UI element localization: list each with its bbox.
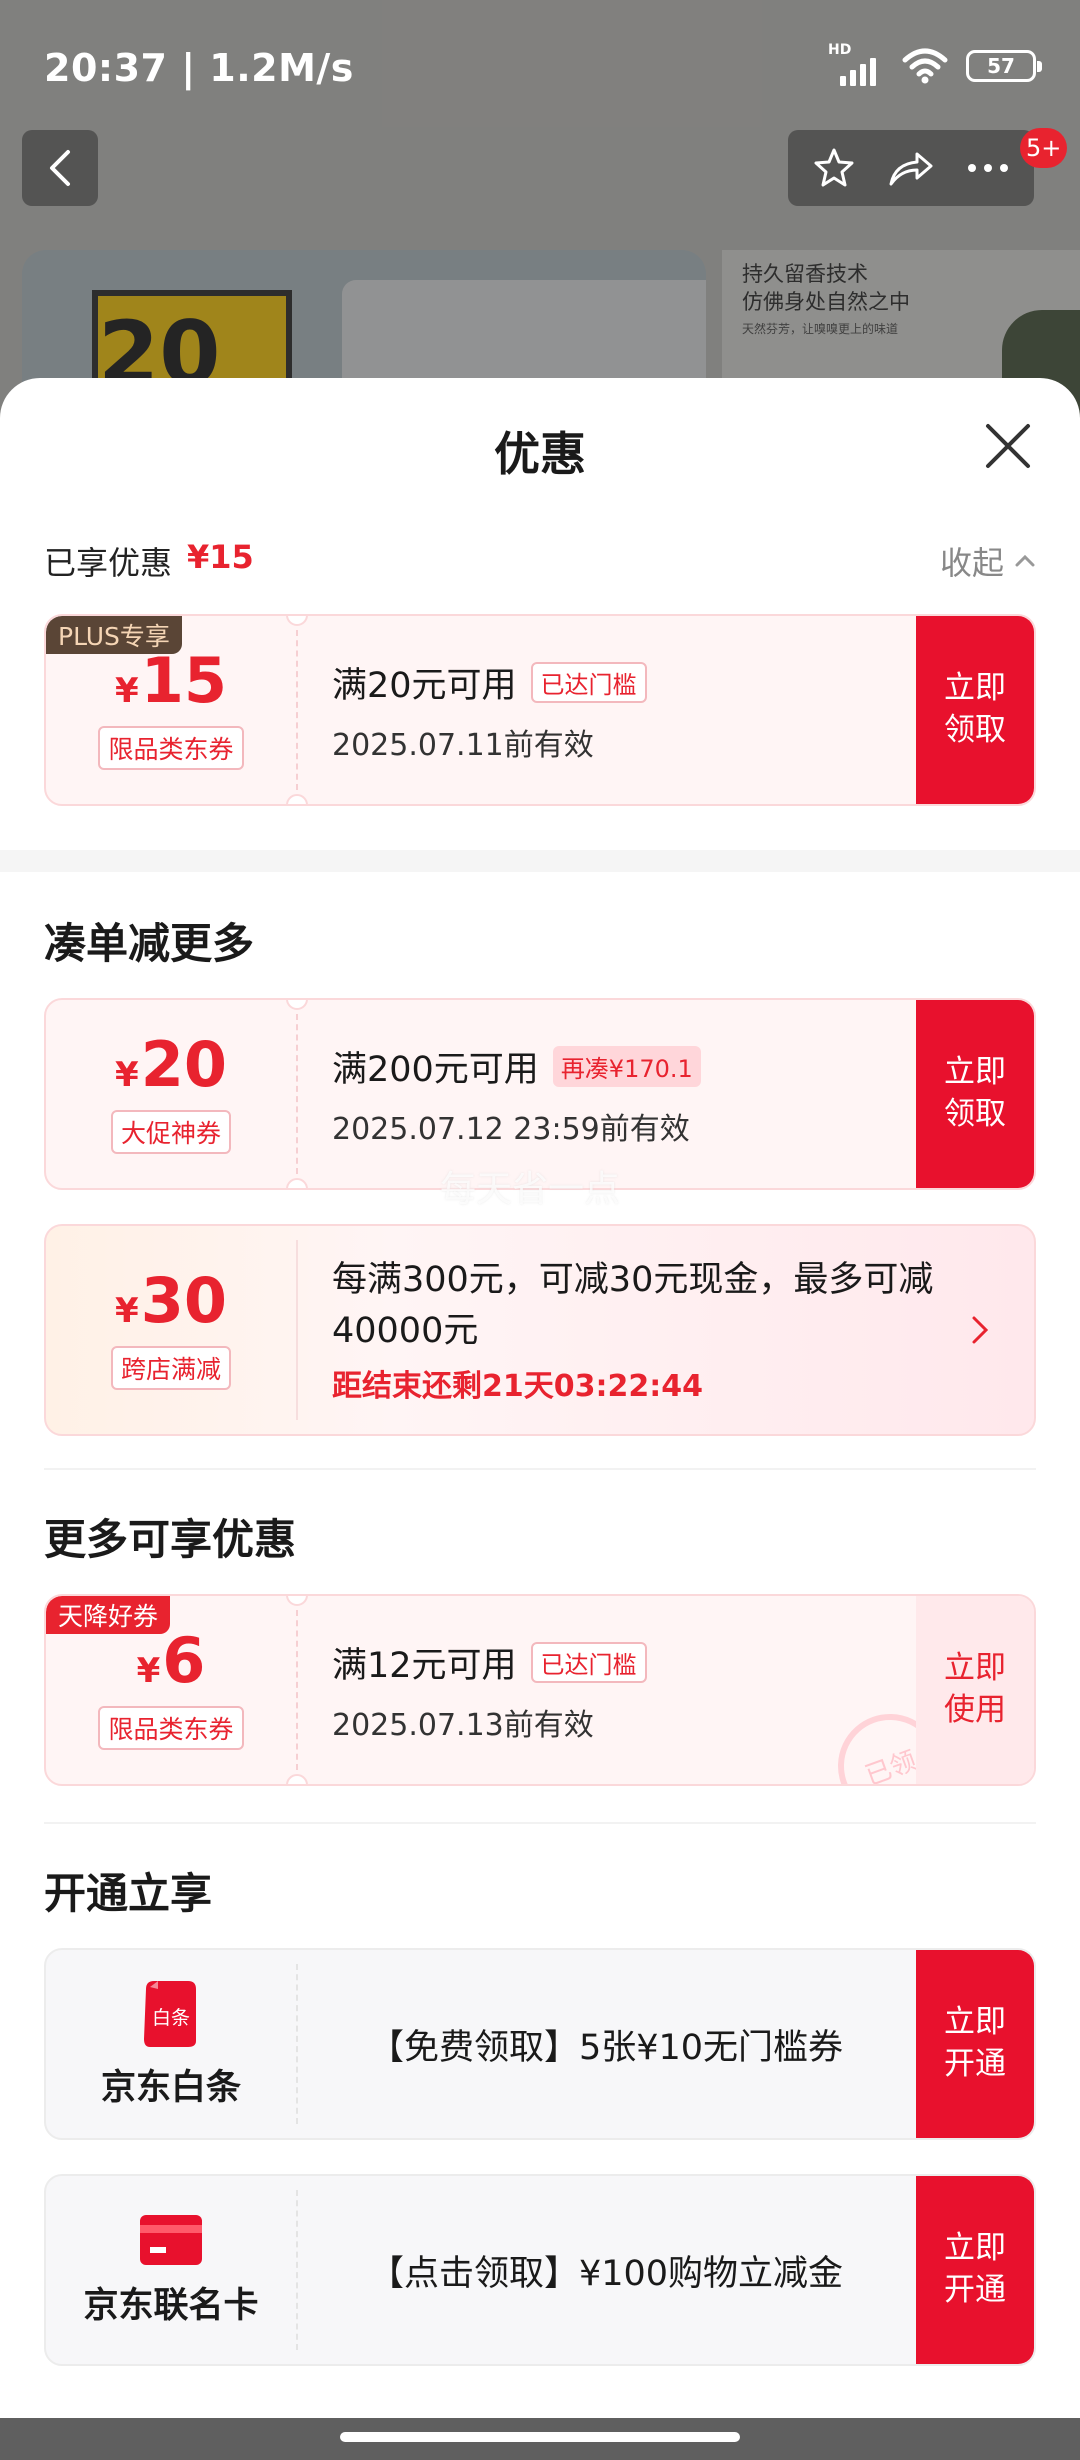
baitiao-name: 京东白条 <box>100 2067 241 2108</box>
promo-amount: ¥30 <box>115 1264 227 1337</box>
collapse-label: 收起 <box>939 544 1004 582</box>
section-title-open: 开通立享 <box>44 1869 213 1918</box>
claim-button[interactable]: 立即 领取 <box>916 616 1034 804</box>
section-title-more: 凑单减更多 <box>44 919 255 968</box>
threshold-met-tag: 已达门槛 <box>530 661 647 703</box>
enjoyed-amount: ¥15 <box>187 538 254 576</box>
coupon-info: 满20元可用 已达门槛 2025.07.11前有效 <box>332 616 904 804</box>
watermark: 每天省一点 <box>440 1169 621 1210</box>
credit-card-icon <box>139 2214 202 2265</box>
collapse-button[interactable]: 收起 <box>940 538 1036 584</box>
enjoyed-label: 已享优惠 <box>44 544 173 582</box>
coupon-info: 满12元可用 已达门槛 2025.07.13前有效 <box>332 1596 904 1784</box>
back-button[interactable] <box>22 130 98 206</box>
promo-countdown: 距结束还剩21天03:22:44 <box>332 1368 703 1404</box>
section-divider <box>44 1468 1036 1470</box>
sheet-title: 优惠 <box>494 427 586 481</box>
claim-button[interactable]: 立即 领取 <box>916 1000 1034 1188</box>
promo-type: 跨店满减 <box>110 1346 231 1390</box>
coupon-condition: 满20元可用 已达门槛 <box>332 657 904 708</box>
chevron-up-icon <box>1015 554 1035 567</box>
signal-icon: HD <box>828 42 884 86</box>
coupon-value: ¥20 大促神券 <box>46 1000 296 1188</box>
more-icon[interactable] <box>966 162 1010 174</box>
nav-actions <box>788 130 1034 206</box>
baitiao-offer-text: 【免费领取】5张¥10无门槛券 <box>368 2027 844 2068</box>
cobrand-card-offer: 京东联名卡 【点击领取】¥100购物立减金 立即 开通 <box>44 2174 1036 2366</box>
threshold-met-tag: 已达门槛 <box>530 1641 647 1683</box>
battery-indicator: 57 <box>966 50 1042 82</box>
coupon-type: 限品类东券 <box>98 726 244 770</box>
home-indicator[interactable] <box>340 2432 740 2442</box>
status-time: 20:37 | 1.2M/s <box>44 46 354 90</box>
chevron-left-icon <box>50 150 70 186</box>
status-bar: 20:37 | 1.2M/s HD 57 <box>0 0 1080 130</box>
promo-value: ¥30 跨店满减 <box>46 1226 296 1434</box>
coupon-amount: ¥15 <box>115 644 227 717</box>
baitiao-offer-card: 白条 京东白条 【免费领取】5张¥10无门槛券 立即 开通 <box>44 1948 1036 2140</box>
close-icon[interactable] <box>980 418 1036 474</box>
coupon-value: ¥6 限品类东券 <box>46 1596 296 1784</box>
svg-text:白条: 白条 <box>152 2007 190 2029</box>
coupon-condition: 满12元可用 已达门槛 <box>332 1637 904 1688</box>
baitiao-brand: 白条 京东白条 <box>46 1950 296 2138</box>
chevron-right-icon <box>972 1316 989 1344</box>
coupon-amount: ¥6 <box>136 1624 206 1697</box>
star-icon[interactable] <box>812 146 856 190</box>
section-title-extra: 更多可享优惠 <box>44 1515 297 1564</box>
coupon-condition: 满200元可用 再凑¥170.1 <box>332 1041 904 1092</box>
promo-info: 每满300元，可减30元现金，最多可减40000元 距结束还剩21天03:22:… <box>332 1226 944 1434</box>
coupon-amount: ¥20 <box>115 1028 227 1101</box>
cobrand-brand: 京东联名卡 <box>46 2176 296 2364</box>
share-icon[interactable] <box>887 146 935 190</box>
coupon-validity: 2025.07.12 23:59前有效 <box>332 1111 690 1147</box>
section-separator <box>0 850 1080 872</box>
enjoyed-summary: 已享优惠 ¥15 收起 <box>44 538 1036 586</box>
wifi-icon <box>902 48 948 84</box>
network-type: HD <box>828 42 852 58</box>
cobrand-name: 京东联名卡 <box>83 2285 259 2326</box>
cobrand-logo: 京东联名卡 <box>83 2213 259 2328</box>
gift-coupon-card: 天降好券 ¥6 限品类东券 满12元可用 已达门槛 2025.07.13前有效 … <box>44 1594 1036 1786</box>
discount-sheet: 优惠 已享优惠 ¥15 收起 PLUS专享 ¥15 限品类东券 满20元可用 已… <box>0 378 1080 2418</box>
section-divider <box>44 1822 1036 1824</box>
coupon-type: 限品类东券 <box>98 1706 244 1750</box>
cobrand-offer-text: 【点击领取】¥100购物立减金 <box>368 2253 844 2294</box>
cross-store-promo-card[interactable]: ¥30 跨店满减 每满300元，可减30元现金，最多可减40000元 距结束还剩… <box>44 1224 1036 1436</box>
activate-button[interactable]: 立即 开通 <box>916 1950 1034 2138</box>
coupon-validity: 2025.07.11前有效 <box>332 727 594 763</box>
battery-level: 57 <box>987 54 1015 78</box>
remaining-amount-tag: 再凑¥170.1 <box>552 1045 701 1087</box>
promo-description: 每满300元，可减30元现金，最多可减40000元 <box>332 1260 934 1351</box>
baitiao-icon: 白条 <box>143 1980 196 2047</box>
coupon-value: ¥15 限品类东券 <box>46 616 296 804</box>
plus-coupon-card: PLUS专享 ¥15 限品类东券 满20元可用 已达门槛 2025.07.11前… <box>44 614 1036 806</box>
use-button[interactable]: 立即 使用 <box>916 1596 1034 1784</box>
baitiao-logo: 白条 京东白条 <box>101 1979 241 2110</box>
cart-badge: 5+ <box>1020 128 1068 168</box>
activate-button[interactable]: 立即 开通 <box>916 2176 1034 2364</box>
coupon-type: 大促神券 <box>110 1110 231 1154</box>
coupon-validity: 2025.07.13前有效 <box>332 1707 594 1743</box>
status-icons: HD 57 <box>828 42 1042 88</box>
